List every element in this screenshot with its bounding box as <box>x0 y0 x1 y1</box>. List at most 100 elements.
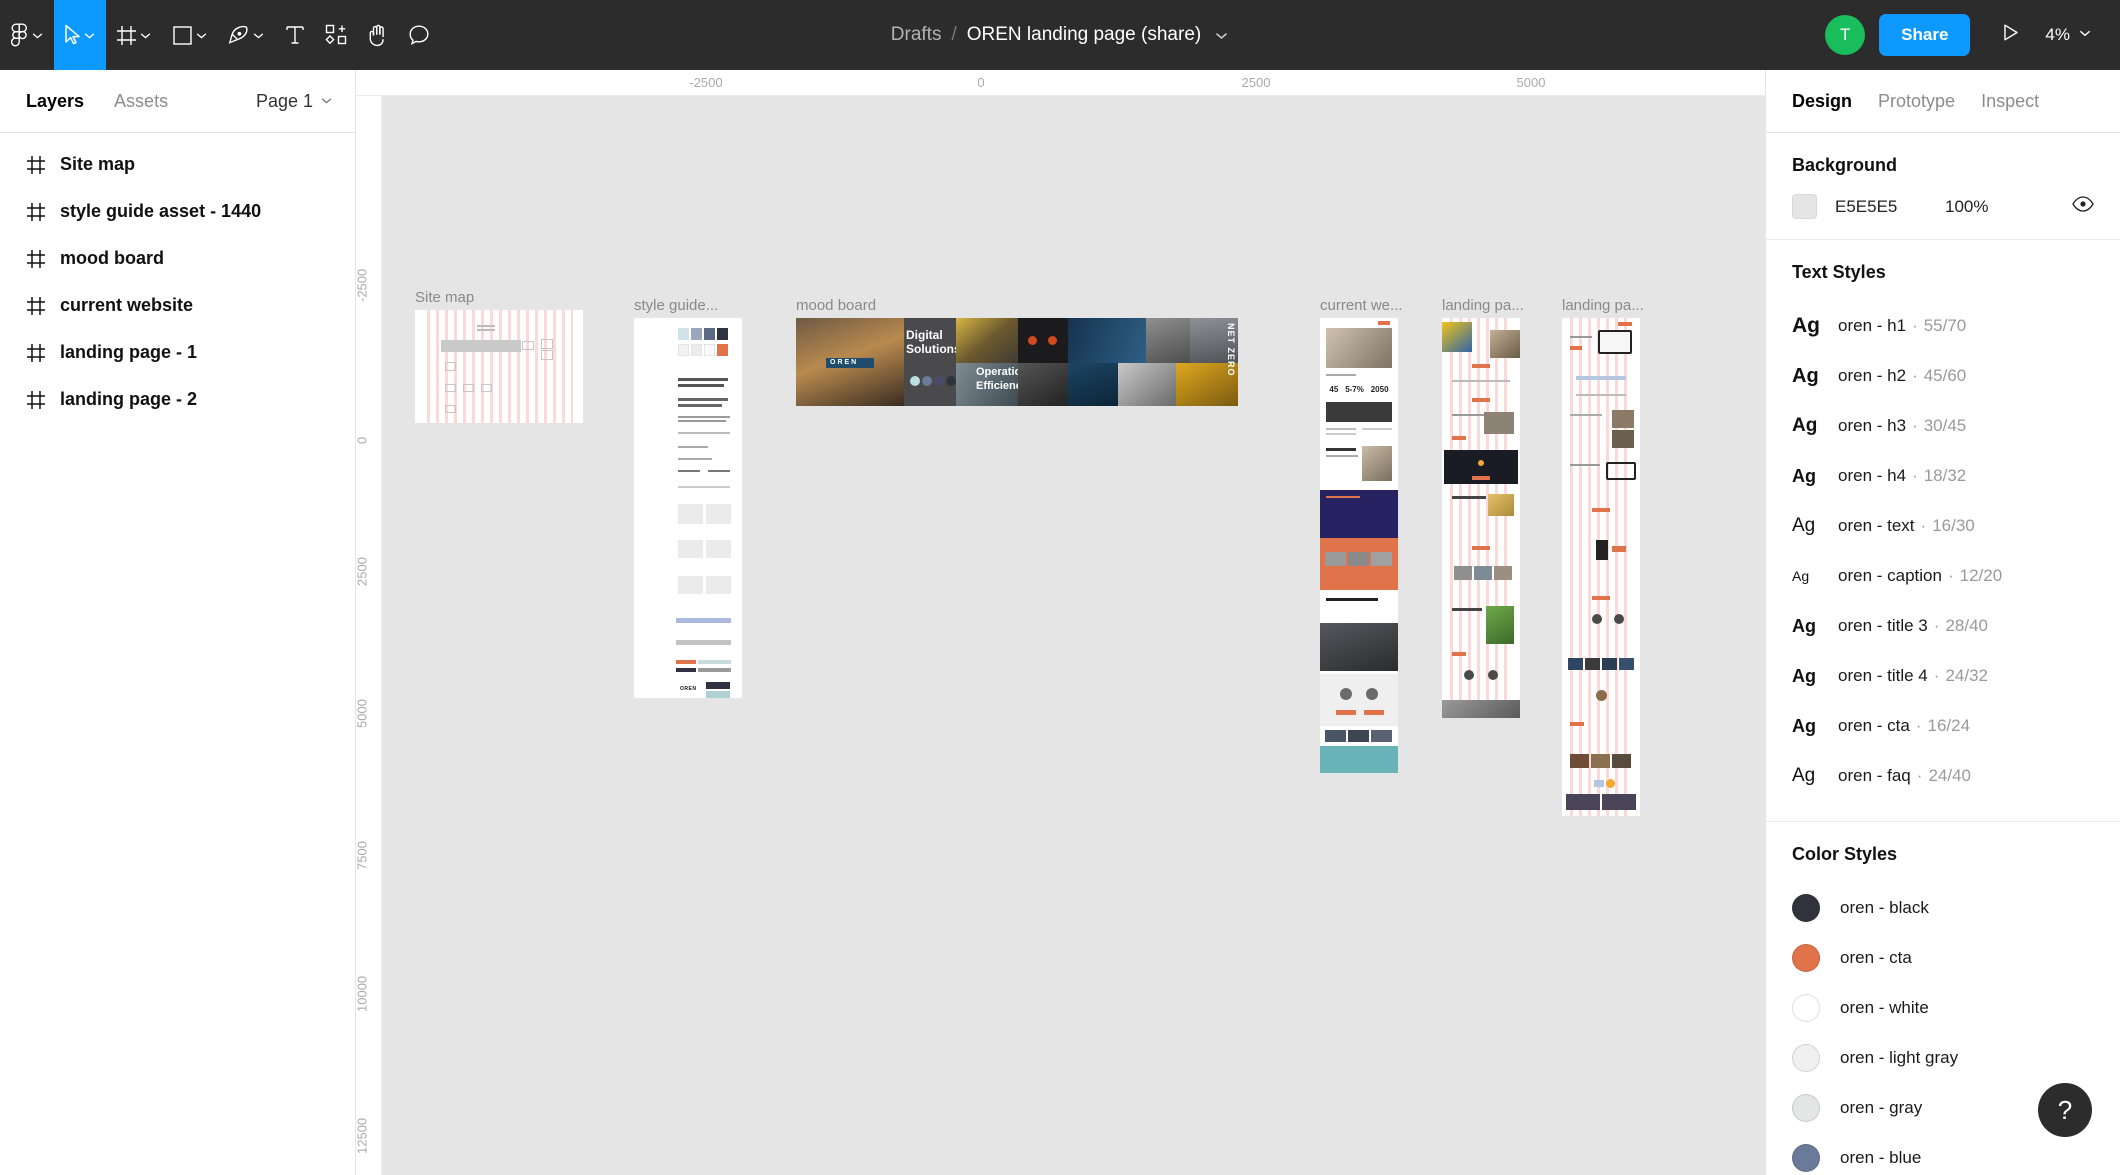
frame-thumbnail <box>1562 318 1640 816</box>
file-menu-chevron-down-icon[interactable] <box>1214 28 1229 43</box>
file-name-label[interactable]: OREN landing page (share) <box>967 24 1201 46</box>
color-swatch[interactable] <box>1792 944 1820 972</box>
frame-label[interactable]: landing pa... <box>1442 297 1524 314</box>
text-style-preview: Ag <box>1792 568 1810 584</box>
background-color-row[interactable]: E5E5E5 100% <box>1792 194 2094 219</box>
color-swatch[interactable] <box>1792 1094 1820 1122</box>
text-style-row[interactable]: Ag oren - h2 · 45/60 <box>1792 351 2094 401</box>
layer-row-site-map[interactable]: Site map <box>0 141 355 188</box>
layer-row-current-website[interactable]: current website <box>0 282 355 329</box>
canvas-frame-landing-page-2[interactable]: landing pa... <box>1562 297 1644 816</box>
background-hex-value[interactable]: E5E5E5 <box>1835 197 1945 217</box>
background-color-swatch[interactable] <box>1792 194 1817 219</box>
text-style-row[interactable]: Ag oren - faq · 24/40 <box>1792 751 2094 801</box>
frame-label[interactable]: Site map <box>415 289 474 306</box>
canvas-frame-mood-board[interactable]: mood board OREN Digital Solutions Operat… <box>796 297 1238 406</box>
frame-thumbnail: 45 5-7% 2050 <box>1320 318 1398 773</box>
page-selector[interactable]: Page 1 <box>256 91 333 112</box>
pen-tool-button[interactable] <box>218 0 275 70</box>
color-style-row[interactable]: oren - blue <box>1792 1133 2094 1175</box>
color-style-row[interactable]: oren - cta <box>1792 933 2094 983</box>
layer-row-style-guide[interactable]: style guide asset - 1440 <box>0 188 355 235</box>
frame-label[interactable]: landing pa... <box>1562 297 1644 314</box>
layer-row-landing-page-2[interactable]: landing page - 2 <box>0 376 355 423</box>
text-style-row[interactable]: Ag oren - h4 · 18/32 <box>1792 451 2094 501</box>
mood-headline-1: Digital <box>906 328 943 342</box>
text-style-preview: Ag <box>1792 765 1816 786</box>
text-style-row[interactable]: Ag oren - title 3 · 28/40 <box>1792 601 2094 651</box>
layer-row-landing-page-1[interactable]: landing page - 1 <box>0 329 355 376</box>
frame-label[interactable]: current we... <box>1320 297 1403 314</box>
frame-icon <box>26 390 46 410</box>
figma-logo-icon <box>10 22 29 48</box>
tab-assets[interactable]: Assets <box>114 91 168 112</box>
layer-list: Site map style guide asset - 1440 mood b… <box>0 133 355 423</box>
figma-menu-button[interactable] <box>0 0 54 70</box>
frame-icon <box>26 343 46 363</box>
stat-value: 5-7% <box>1345 384 1364 394</box>
color-style-name: oren - light gray <box>1840 1048 1959 1067</box>
color-swatch[interactable] <box>1792 994 1820 1022</box>
style-separator: · <box>1933 666 1940 685</box>
chevron-down-icon <box>139 29 152 42</box>
canvas-frame-landing-page-1[interactable]: landing pa... <box>1442 297 1524 718</box>
help-button[interactable]: ? <box>2038 1083 2092 1137</box>
text-style-name: oren - h4 <box>1838 466 1907 485</box>
color-style-row[interactable]: oren - light gray <box>1792 1033 2094 1083</box>
canvas-frame-current-website[interactable]: current we... 45 5-7% 2050 <box>1320 297 1403 773</box>
toolbar-right-group: T Share 4% <box>1825 0 2120 70</box>
comment-tool-button[interactable] <box>398 0 440 70</box>
tab-inspect[interactable]: Inspect <box>1981 91 2039 112</box>
text-tool-button[interactable] <box>275 0 315 70</box>
canvas-frame-style-guide[interactable]: style guide... OREN <box>634 297 742 698</box>
color-style-row[interactable]: oren - black <box>1792 883 2094 933</box>
ruler-tick-vertical: 7500 <box>356 841 370 870</box>
zoom-control[interactable]: 4% <box>2033 25 2104 45</box>
breadcrumb-drafts[interactable]: Drafts <box>891 24 942 46</box>
color-swatch[interactable] <box>1792 894 1820 922</box>
background-section-title: Background <box>1792 155 1898 175</box>
text-style-row[interactable]: Ag oren - text · 16/30 <box>1792 501 2094 551</box>
eye-icon[interactable] <box>2072 196 2094 217</box>
background-opacity-value[interactable]: 100% <box>1945 197 2072 217</box>
tab-design[interactable]: Design <box>1792 91 1852 112</box>
color-style-name: oren - gray <box>1840 1098 1923 1117</box>
present-button[interactable] <box>1988 22 2033 48</box>
share-button[interactable]: Share <box>1879 14 1971 56</box>
frame-label[interactable]: style guide... <box>634 297 718 314</box>
text-style-row[interactable]: Ag oren - title 4 · 24/32 <box>1792 651 2094 701</box>
frame-tool-button[interactable] <box>106 0 162 70</box>
color-swatch[interactable] <box>1792 1044 1820 1072</box>
text-style-preview: Ag <box>1792 715 1816 736</box>
tab-layers[interactable]: Layers <box>26 91 84 112</box>
move-tool-icon <box>64 24 81 46</box>
text-style-row[interactable]: Ag oren - caption · 12/20 <box>1792 551 2094 601</box>
color-style-row[interactable]: oren - white <box>1792 983 2094 1033</box>
shape-tool-button[interactable] <box>162 0 218 70</box>
components-tool-icon <box>325 24 347 46</box>
ruler-tick-vertical: 5000 <box>356 699 370 728</box>
breadcrumb-separator: / <box>951 24 957 45</box>
pen-tool-icon <box>228 24 250 46</box>
frame-label[interactable]: mood board <box>796 297 876 314</box>
layer-row-mood-board[interactable]: mood board <box>0 235 355 282</box>
move-tool-button[interactable] <box>54 0 106 70</box>
hand-tool-button[interactable] <box>357 0 398 70</box>
canvas-surface[interactable]: Site map style guide... OREN mood board … <box>382 96 1765 1175</box>
style-separator: · <box>1912 316 1918 335</box>
text-style-row[interactable]: Ag oren - cta · 16/24 <box>1792 701 2094 751</box>
help-question-icon: ? <box>2057 1094 2073 1125</box>
text-style-name: oren - faq <box>1838 766 1911 785</box>
canvas-area[interactable]: Site map style guide... OREN mood board … <box>356 70 1765 1175</box>
color-swatch[interactable] <box>1792 1144 1820 1172</box>
text-style-row[interactable]: Ag oren - h3 · 30/45 <box>1792 401 2094 451</box>
canvas-frame-site-map[interactable]: Site map <box>415 289 583 423</box>
color-styles-section-title: Color Styles <box>1792 844 1898 864</box>
avatar[interactable]: T <box>1825 15 1866 55</box>
tab-prototype[interactable]: Prototype <box>1878 91 1955 112</box>
resources-tool-button[interactable] <box>315 0 357 70</box>
text-style-row[interactable]: Ag oren - h1 · 55/70 <box>1792 301 2094 351</box>
mood-partner-text: NET ZERO <box>1226 323 1236 377</box>
text-style-preview: Ag <box>1792 465 1816 486</box>
left-panel-tabs: Layers Assets Page 1 <box>0 70 355 133</box>
